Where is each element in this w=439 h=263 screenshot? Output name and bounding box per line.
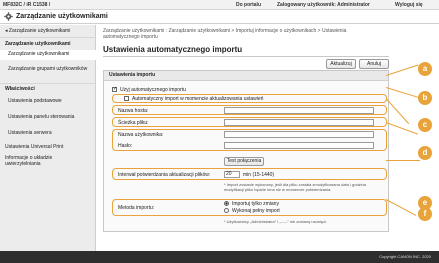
copyright-text: Copyright CANON INC. 2020 xyxy=(379,254,431,259)
cancel-button[interactable]: Anuluj xyxy=(359,59,389,69)
auto-import-on-update-checkbox[interactable] xyxy=(124,96,129,101)
page-header-title: Zarządzanie użytkownikami xyxy=(16,13,108,20)
sidebar-item-auth-info[interactable]: Informacje o układzie uwierzytelniania xyxy=(0,155,80,167)
password-label: Hasło: xyxy=(118,143,133,149)
portal-link[interactable]: Do portalu xyxy=(236,2,261,8)
gear-icon xyxy=(4,12,13,21)
import-method-label: Metoda importu: xyxy=(118,205,155,211)
logged-user-text: Zalogowany użytkownik: Administrator xyxy=(277,2,370,8)
footer: Copyright CANON INC. 2020 xyxy=(0,251,439,263)
host-name-input[interactable] xyxy=(224,107,374,114)
import-changes-only-radio[interactable] xyxy=(224,201,229,206)
sidebar-item-server-settings[interactable]: Ustawienia serwera xyxy=(0,130,96,136)
auto-import-on-update-label: Automatyczny import w momencie aktualizo… xyxy=(132,96,264,102)
callout-badge-a: a xyxy=(418,62,432,76)
callout-badge-c: c xyxy=(418,118,432,132)
sidebar-properties-heading: Właściwości xyxy=(5,86,35,92)
interval-label: Interwał potwierdzania aktualizacji plik… xyxy=(118,172,211,178)
file-path-label: Ścieżka pliku: xyxy=(118,120,149,126)
use-auto-import-label: Użyj automatycznego importu xyxy=(120,87,186,93)
password-input[interactable] xyxy=(224,142,374,149)
window-title-bar: Zarządzanie użytkownikami xyxy=(0,10,439,24)
user-name-label: Nazwa użytkownika: xyxy=(118,132,164,138)
sidebar-item-panel-settings[interactable]: Ustawienia panelu sterowania xyxy=(0,114,96,120)
sidebar: ◂ Zarządzanie użytkownikami Zarządzanie … xyxy=(0,25,96,251)
callout-badge-d: d xyxy=(418,146,432,160)
top-bar: MF832C / iR C1538 / Do portalu Zalogowan… xyxy=(0,0,439,10)
callout-badge-f: f xyxy=(418,207,432,221)
callout-badge-b: b xyxy=(418,91,432,105)
sidebar-item-universal-print[interactable]: Ustawienia Universal Print xyxy=(0,144,96,150)
interval-note: * Import zostanie wykonany, jeśli dla pl… xyxy=(224,182,366,192)
file-path-input[interactable] xyxy=(224,119,374,126)
sidebar-back-link[interactable]: ◂ Zarządzanie użytkownikami xyxy=(0,28,96,34)
sidebar-item-group-management[interactable]: Zarządzanie grupami użytkowników xyxy=(0,66,96,72)
device-name: MF832C / iR C1538 / xyxy=(3,2,51,8)
import-changes-only-label: Importuj tylko zmiany xyxy=(232,201,279,207)
host-name-label: Nazwa hosta: xyxy=(118,108,149,114)
callout-e-line xyxy=(386,160,420,161)
breadcrumb: Zarządzanie użytkownikami : Zarządzanie … xyxy=(103,28,347,40)
full-import-label: Wykonaj pełny import xyxy=(232,208,280,214)
import-settings-section: Ustawienia importu Użyj automatycznego i… xyxy=(103,70,389,232)
logout-link[interactable]: Wyloguj się xyxy=(395,2,423,8)
user-name-input[interactable] xyxy=(224,131,374,138)
section-title: Ustawienia importu xyxy=(104,71,388,81)
full-import-radio[interactable] xyxy=(224,208,229,213)
sidebar-item-user-management[interactable]: Zarządzanie użytkownikami xyxy=(0,50,96,60)
sidebar-group-heading: Zarządzanie użytkownikami xyxy=(5,41,71,47)
import-method-note: * Użytkownicy „Administrator” i „-----” … xyxy=(224,219,328,224)
sidebar-item-basic-settings[interactable]: Ustawienia podstawowe xyxy=(0,98,96,104)
test-connection-button[interactable]: Test połączenia xyxy=(224,157,264,166)
update-button[interactable]: Aktualizuj xyxy=(326,59,356,69)
interval-unit: min (15-1440) xyxy=(243,172,275,178)
interval-input[interactable]: 20 xyxy=(224,171,240,178)
sidebar-back-label: Zarządzanie użytkownikami xyxy=(8,28,71,34)
main-content: Zarządzanie użytkownikami : Zarządzanie … xyxy=(103,26,433,251)
page-title: Ustawienia automatycznego importu xyxy=(103,45,243,54)
use-auto-import-checkbox[interactable] xyxy=(112,86,117,92)
